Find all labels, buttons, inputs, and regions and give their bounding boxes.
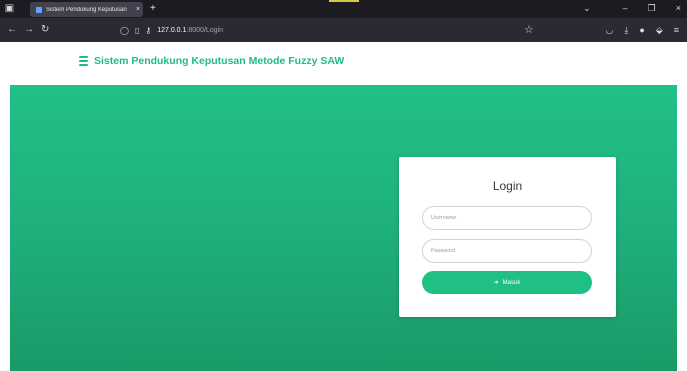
url-path: :8000/Login [186, 26, 224, 34]
login-button-label: Masuk [502, 279, 521, 286]
tab-title: Sistem Pendukung Keputusan [46, 6, 127, 13]
restore-icon[interactable]: ❐ [648, 3, 656, 14]
brand[interactable]: Sistem Pendukung Keputusan Metode Fuzzy … [78, 55, 345, 67]
login-card: Login ➜ Masuk [399, 157, 616, 317]
forward-icon[interactable]: → [24, 23, 34, 37]
key-icon: ⚷ [145, 25, 152, 35]
list-tabs-icon[interactable]: ⌄ [583, 3, 591, 14]
site-header: Sistem Pendukung Keputusan Metode Fuzzy … [0, 42, 687, 84]
username-input[interactable] [422, 206, 592, 230]
url-text: 127.0.0.1:8000/Login [157, 27, 223, 34]
password-input[interactable] [422, 239, 592, 263]
favicon-icon [36, 6, 42, 13]
back-icon[interactable]: ← [7, 23, 17, 37]
reload-icon[interactable]: ↻ [41, 23, 49, 37]
url-host: 127.0.0.1 [157, 26, 187, 34]
browser-nav-bar: ← → ↻ ◯ ▯ ⚷ 127.0.0.1:8000/Login ☆ ◡ ⤓ ●… [0, 18, 687, 42]
toolbar-right: ◡ ⤓ ● ⬙ ≡ [606, 24, 679, 36]
page-icon: ▯ [134, 25, 140, 35]
menu-icon[interactable]: ≡ [674, 24, 679, 36]
address-bar[interactable]: ◯ ▯ ⚷ 127.0.0.1:8000/Login [120, 22, 540, 38]
shield-icon: ◯ [120, 25, 129, 35]
extensions-icon[interactable]: ⬙ [656, 24, 663, 36]
window-controls: ⌄ – ❐ × [583, 3, 681, 14]
drag-indicator [329, 0, 359, 2]
sign-in-icon: ➜ [493, 280, 499, 286]
browser-tab[interactable]: Sistem Pendukung Keputusan × [30, 2, 143, 17]
close-window-icon[interactable]: × [676, 3, 681, 14]
login-button[interactable]: ➜ Masuk [422, 271, 592, 294]
bookmark-star-icon[interactable]: ☆ [524, 23, 534, 37]
pocket-icon[interactable]: ◡ [606, 24, 614, 36]
download-icon[interactable]: ⤓ [624, 24, 628, 36]
browser-tab-bar: ▣ Sistem Pendukung Keputusan × + ⌄ – ❐ × [0, 0, 687, 18]
new-tab-button[interactable]: + [150, 2, 156, 16]
tab-close-icon[interactable]: × [136, 6, 140, 13]
tab-overview-icon[interactable]: ▣ [4, 3, 15, 14]
minimize-icon[interactable]: – [623, 3, 628, 14]
brand-title: Sistem Pendukung Keputusan Metode Fuzzy … [94, 55, 345, 67]
layers-icon [78, 56, 89, 66]
account-icon[interactable]: ● [639, 24, 644, 36]
login-title: Login [492, 179, 523, 193]
